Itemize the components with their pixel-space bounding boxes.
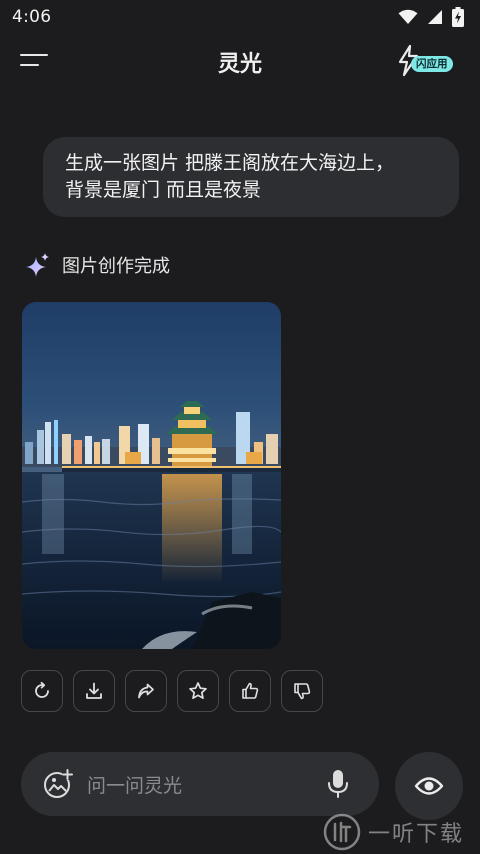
flash-app-tag: 闪应用 <box>411 56 453 72</box>
status-icons <box>398 7 464 27</box>
sparkle-icon <box>26 253 49 277</box>
thumbs-down-button[interactable] <box>281 670 323 712</box>
eye-icon <box>414 777 444 795</box>
user-message-line-1: 生成一张图片 把滕王阁放在大海边上， <box>65 152 395 174</box>
regenerate-icon <box>35 681 49 698</box>
signal-icon <box>428 10 442 24</box>
message-actions <box>21 670 323 712</box>
app-header: 灵光 闪应用 <box>0 34 480 88</box>
favorite-button[interactable] <box>177 670 219 712</box>
status-bar: 4:06 <box>0 0 480 34</box>
add-image-icon[interactable] <box>43 769 73 799</box>
share-icon <box>138 683 154 699</box>
regenerate-button[interactable] <box>21 670 63 712</box>
thumbs-up-button[interactable] <box>229 670 271 712</box>
star-icon <box>189 682 207 700</box>
generated-image[interactable] <box>22 302 281 649</box>
download-icon <box>86 682 102 699</box>
flash-app-button[interactable]: 闪应用 <box>394 44 460 78</box>
night-seascape-picture <box>22 302 281 649</box>
thumbs-down-icon <box>294 683 311 700</box>
thumbs-up-icon <box>242 682 259 699</box>
download-button[interactable] <box>73 670 115 712</box>
battery-charging-icon <box>452 7 464 27</box>
assistant-status: 图片创作完成 <box>24 250 170 280</box>
user-message-bubble: 生成一张图片 把滕王阁放在大海边上， 背景是厦门 而且是夜景 <box>43 137 459 217</box>
watermark-logo-icon <box>323 813 361 851</box>
assistant-status-text: 图片创作完成 <box>62 256 170 277</box>
user-message-line-2: 背景是厦门 而且是夜景 <box>65 179 262 201</box>
status-time: 4:06 <box>12 7 52 27</box>
wifi-icon <box>398 9 418 24</box>
watermark: 一听下载 <box>322 810 464 854</box>
microphone-icon[interactable] <box>327 769 349 799</box>
watermark-text: 一听下载 <box>368 822 465 847</box>
chat-input-bar[interactable]: 问一问灵光 <box>21 752 379 816</box>
share-button[interactable] <box>125 670 167 712</box>
chat-input-placeholder[interactable]: 问一问灵光 <box>87 771 182 798</box>
